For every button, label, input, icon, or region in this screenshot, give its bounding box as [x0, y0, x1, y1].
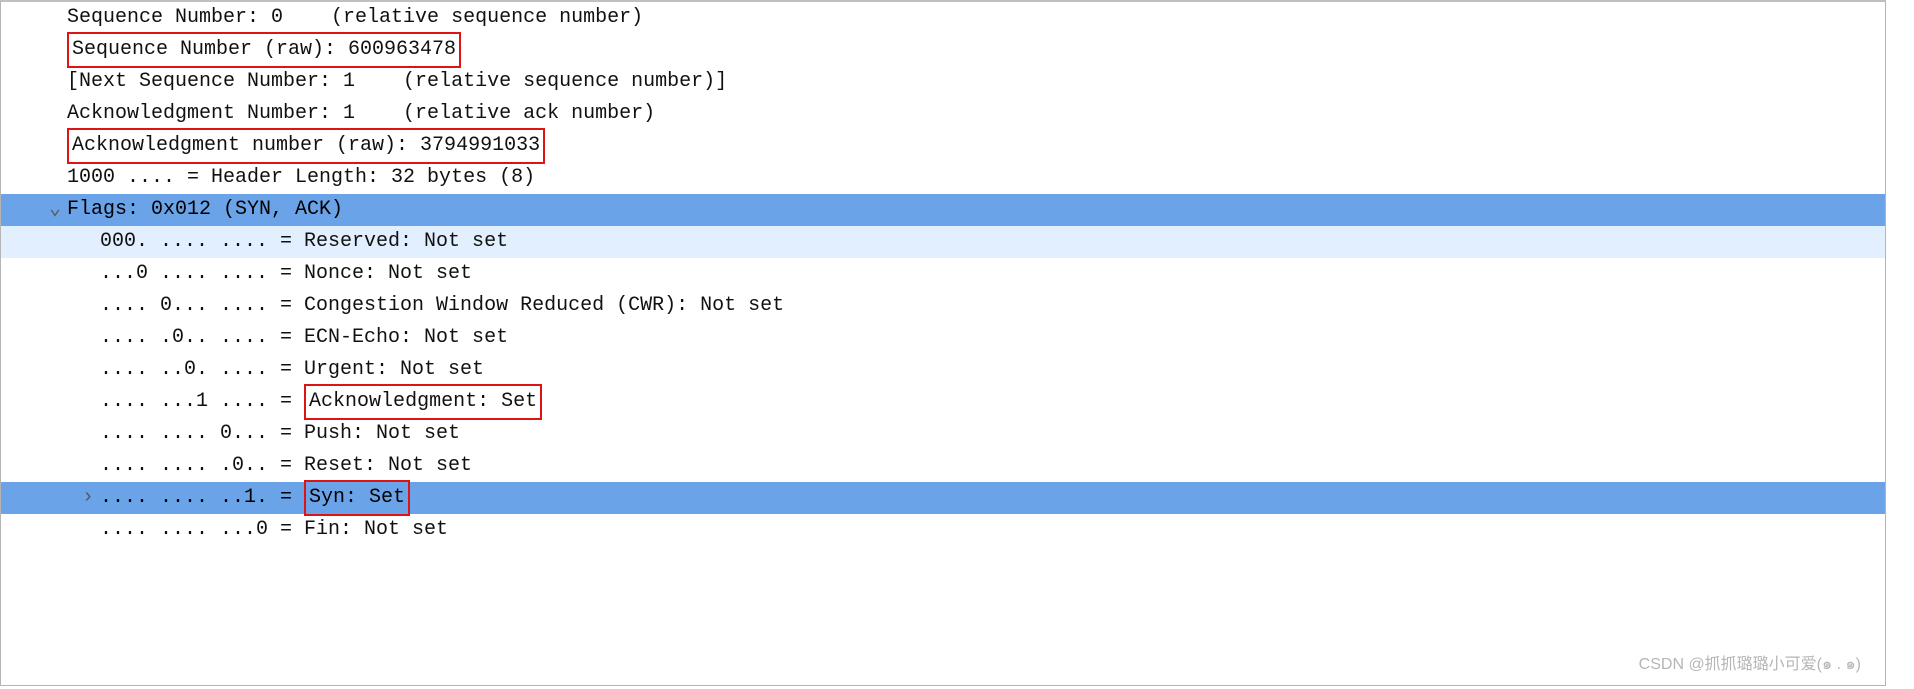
field-text: 000. .... .... = Reserved: Not set: [100, 226, 508, 258]
flag-ecn-echo[interactable]: .... .0.. .... = ECN-Echo: Not set: [1, 322, 1885, 354]
field-text: Acknowledgment Number: 1 (relative ack n…: [67, 98, 655, 130]
flag-syn[interactable]: ›.... .... ..1. = Syn: Set: [1, 482, 1885, 514]
flag-nonce[interactable]: ...0 .... .... = Nonce: Not set: [1, 258, 1885, 290]
packet-details-pane[interactable]: Sequence Number: 0 (relative sequence nu…: [0, 0, 1886, 686]
flag-cwr[interactable]: .... 0... .... = Congestion Window Reduc…: [1, 290, 1885, 322]
field-ack-raw[interactable]: Acknowledgment number (raw): 3794991033: [1, 130, 1885, 162]
highlight-ack-raw: Acknowledgment number (raw): 3794991033: [67, 128, 545, 164]
expand-caret-down-icon[interactable]: ⌄: [1, 194, 67, 226]
flag-fin[interactable]: .... .... ...0 = Fin: Not set: [1, 514, 1885, 546]
field-text: .... 0... .... = Congestion Window Reduc…: [100, 290, 784, 322]
field-text: ...0 .... .... = Nonce: Not set: [100, 258, 472, 290]
field-text: .... .0.. .... = ECN-Echo: Not set: [100, 322, 508, 354]
field-flags-summary[interactable]: ⌄ Flags: 0x012 (SYN, ACK): [1, 194, 1885, 226]
flag-reset[interactable]: .... .... .0.. = Reset: Not set: [1, 450, 1885, 482]
flag-push[interactable]: .... .... 0... = Push: Not set: [1, 418, 1885, 450]
field-seq-raw[interactable]: Sequence Number (raw): 600963478: [1, 34, 1885, 66]
highlight-seq-raw: Sequence Number (raw): 600963478: [67, 32, 461, 68]
flag-reserved[interactable]: 000. .... .... = Reserved: Not set: [1, 226, 1885, 258]
field-text: [Next Sequence Number: 1 (relative seque…: [67, 66, 727, 98]
field-text: .... .... ...0 = Fin: Not set: [100, 514, 448, 546]
flag-urgent[interactable]: .... ..0. .... = Urgent: Not set: [1, 354, 1885, 386]
highlight-syn-flag: Syn: Set: [304, 480, 410, 516]
field-seq-relative[interactable]: Sequence Number: 0 (relative sequence nu…: [1, 2, 1885, 34]
bit-pattern: .... .... ..1. =: [100, 482, 304, 514]
field-text: .... .... 0... = Push: Not set: [100, 418, 460, 450]
field-next-seq[interactable]: [Next Sequence Number: 1 (relative seque…: [1, 66, 1885, 98]
field-ack-relative[interactable]: Acknowledgment Number: 1 (relative ack n…: [1, 98, 1885, 130]
field-text: 1000 .... = Header Length: 32 bytes (8): [67, 162, 535, 194]
field-header-length[interactable]: 1000 .... = Header Length: 32 bytes (8): [1, 162, 1885, 194]
field-text: Sequence Number: 0 (relative sequence nu…: [67, 2, 643, 34]
highlight-ack-flag: Acknowledgment: Set: [304, 384, 542, 420]
field-text: .... ..0. .... = Urgent: Not set: [100, 354, 484, 386]
watermark-text: CSDN @抓抓璐璐小可爱(๑ . ๑): [1639, 649, 1861, 681]
field-text: .... .... .0.. = Reset: Not set: [100, 450, 472, 482]
flag-ack[interactable]: .... ...1 .... = Acknowledgment: Set: [1, 386, 1885, 418]
expand-caret-right-icon[interactable]: ›: [1, 482, 100, 514]
bit-pattern: .... ...1 .... =: [100, 386, 304, 418]
field-text: Flags: 0x012 (SYN, ACK): [67, 194, 1881, 226]
